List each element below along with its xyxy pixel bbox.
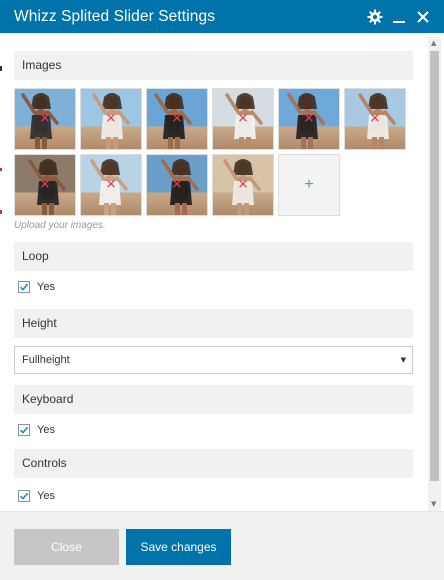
window-controls (360, 8, 432, 26)
image-thumbnail[interactable]: ✕ (14, 88, 76, 150)
keyboard-checkbox[interactable] (18, 424, 30, 436)
image-thumbnail[interactable]: ✕ (80, 88, 142, 150)
vertical-scrollbar[interactable]: ▲ ▼ (428, 37, 441, 511)
keyboard-heading: Keyboard (14, 385, 413, 414)
dialog-body: Images ✕ ✕ ✕ ✕ ✕ ✕ ✕ ✕ ✕ ✕ + Upload your images. L… (0, 33, 444, 511)
image-thumbnail[interactable]: ✕ (212, 154, 274, 216)
images-heading: Images (14, 51, 413, 80)
controls-checkbox[interactable] (18, 490, 30, 502)
dialog-footer: Close Save changes (0, 511, 444, 580)
remove-image-icon[interactable]: ✕ (40, 113, 51, 126)
close-icon[interactable] (414, 8, 432, 26)
height-select[interactable]: Fullheight ▼ (14, 346, 413, 374)
images-hint: Upload your images. (14, 220, 106, 231)
remove-image-icon[interactable]: ✕ (304, 113, 315, 126)
image-row: ✕ ✕ ✕ ✕ ✕ ✕ (14, 88, 414, 150)
remove-image-icon[interactable]: ✕ (370, 113, 381, 126)
image-row: ✕ ✕ ✕ ✕ + (14, 154, 414, 216)
image-thumbnail[interactable]: ✕ (146, 88, 208, 150)
remove-image-icon[interactable]: ✕ (106, 113, 117, 126)
remove-image-icon[interactable]: ✕ (106, 179, 117, 192)
image-thumbnail[interactable]: ✕ (344, 88, 406, 150)
height-heading: Height (14, 309, 413, 338)
loop-heading: Loop (14, 242, 413, 271)
controls-heading: Controls (14, 449, 413, 478)
image-thumbnail[interactable]: ✕ (14, 154, 76, 216)
keyboard-option: Yes (14, 416, 413, 444)
image-thumbnail[interactable]: ✕ (80, 154, 142, 216)
gear-icon[interactable] (366, 8, 384, 26)
controls-option: Yes (14, 482, 413, 510)
dropdown-arrow-icon: ▼ (400, 356, 406, 364)
remove-image-icon[interactable]: ✕ (238, 179, 249, 192)
scroll-up-arrow-icon[interactable]: ▲ (431, 40, 436, 47)
image-gallery: ✕ ✕ ✕ ✕ ✕ ✕ ✕ ✕ ✕ ✕ + (14, 88, 414, 216)
image-thumbnail[interactable]: ✕ (146, 154, 208, 216)
controls-label: Yes (37, 490, 55, 502)
page-edge (0, 0, 3, 580)
image-thumbnail[interactable]: ✕ (212, 88, 274, 150)
minimize-icon[interactable] (390, 8, 408, 26)
height-select-value: Fullheight (22, 354, 70, 366)
loop-option: Yes (14, 273, 413, 301)
dialog-title: Whizz Splited Slider Settings (14, 7, 216, 25)
close-button[interactable]: Close (14, 529, 119, 565)
remove-image-icon[interactable]: ✕ (40, 179, 51, 192)
scroll-down-arrow-icon[interactable]: ▼ (431, 501, 436, 508)
loop-label: Yes (37, 281, 55, 293)
image-thumbnail[interactable]: ✕ (278, 88, 340, 150)
loop-checkbox[interactable] (18, 281, 30, 293)
settings-form: Images ✕ ✕ ✕ ✕ ✕ ✕ ✕ ✕ ✕ ✕ + Upload your images. L… (14, 51, 413, 511)
settings-dialog: Whizz Splited Slider Settings Images ✕ ✕… (0, 0, 444, 580)
remove-image-icon[interactable]: ✕ (238, 113, 249, 126)
save-changes-button[interactable]: Save changes (126, 529, 231, 565)
add-image-button[interactable]: + (278, 154, 340, 216)
dialog-titlebar: Whizz Splited Slider Settings (0, 0, 444, 33)
remove-image-icon[interactable]: ✕ (172, 113, 183, 126)
scrollbar-thumb[interactable] (430, 51, 439, 481)
keyboard-label: Yes (37, 424, 55, 436)
remove-image-icon[interactable]: ✕ (172, 179, 183, 192)
